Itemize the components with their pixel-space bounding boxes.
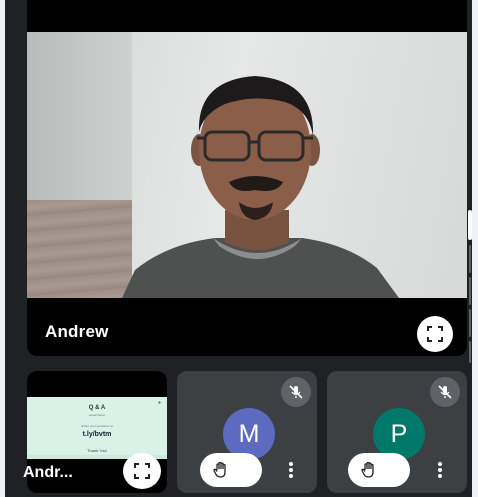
mic-off-icon: [289, 385, 303, 399]
slide-thanks: Thank You!: [86, 448, 108, 453]
scrollbar-thumb[interactable]: [468, 210, 472, 240]
raise-hand-button[interactable]: [200, 453, 262, 487]
scrollbar-track: [469, 309, 471, 337]
raise-hand-button[interactable]: [348, 453, 410, 487]
more-options-button[interactable]: [428, 456, 452, 484]
fullscreen-button[interactable]: [417, 316, 453, 352]
more-vert-icon: [289, 462, 293, 478]
presenter-name: Andr...: [23, 464, 73, 481]
muted-indicator: [430, 377, 460, 407]
mic-off-icon: [438, 385, 452, 399]
scrollbar[interactable]: [468, 205, 472, 365]
scrollbar-track: [469, 245, 471, 273]
raise-hand-icon: [361, 461, 374, 478]
presentation-fullscreen-button[interactable]: [123, 453, 161, 489]
participant-video: [27, 32, 467, 298]
raise-hand-icon: [213, 461, 226, 478]
main-participant-tile[interactable]: Andrew: [27, 0, 467, 356]
slide-small-text: Share your questions at: [81, 424, 113, 428]
muted-indicator: [281, 377, 311, 407]
meeting-stage: Andrew ● Q & A presentation Share your q…: [5, 0, 472, 497]
scrollbar-track: [469, 341, 471, 363]
slide-title: Q & A: [88, 405, 106, 411]
participant-name: Andrew: [45, 322, 109, 341]
scrollbar-track: [469, 277, 471, 305]
slide-subtitle: presentation: [88, 413, 106, 417]
fullscreen-icon: [427, 326, 443, 342]
slide-link: t.ly/bvtm: [82, 431, 112, 438]
more-options-button[interactable]: [279, 456, 303, 484]
fullscreen-icon: [134, 463, 150, 479]
shared-slide: ● Q & A presentation Share your question…: [27, 397, 167, 459]
more-vert-icon: [438, 462, 442, 478]
participant-video-feed: [122, 76, 399, 298]
